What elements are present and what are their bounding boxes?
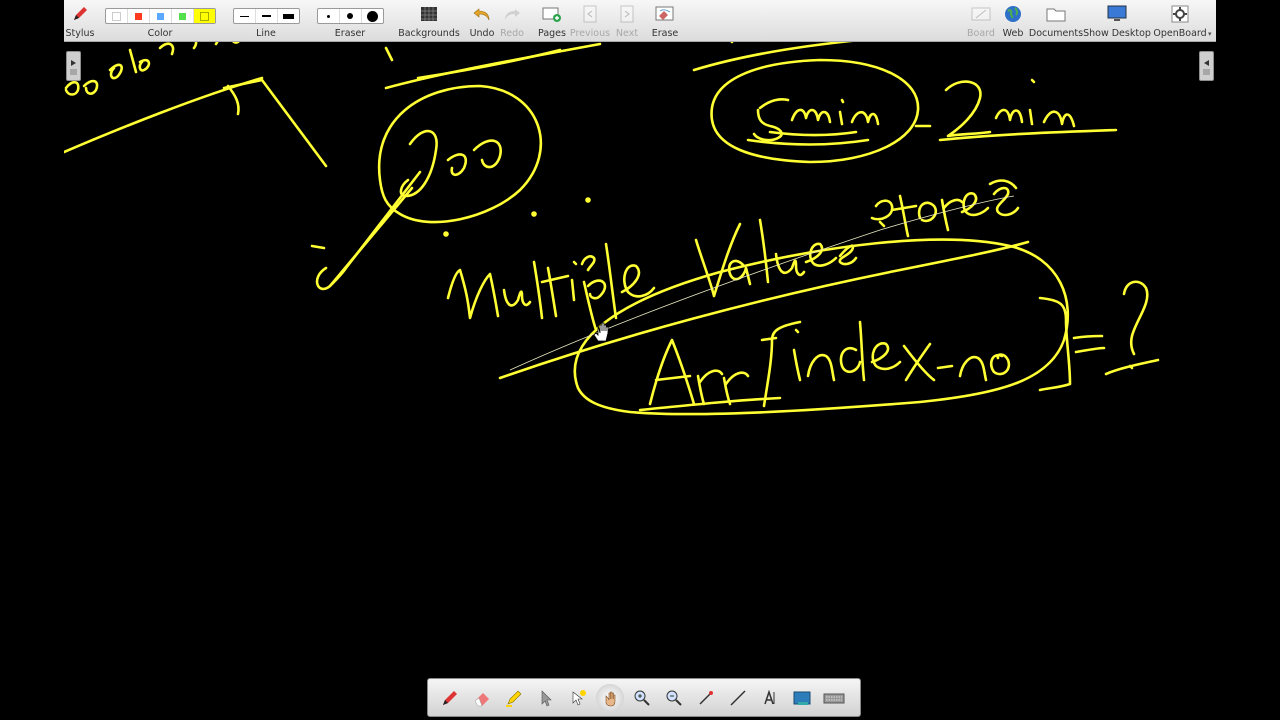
eraser-small[interactable] <box>318 9 340 23</box>
capture-icon <box>793 691 811 705</box>
pages-label: Pages <box>538 28 566 39</box>
keyboard-icon <box>823 693 845 703</box>
color-group: Color <box>104 2 216 40</box>
top-toolbar: Stylus Color Line Eraser Backgrounds Und… <box>64 0 1216 42</box>
line-widths <box>232 8 300 24</box>
right-panel-toggle[interactable] <box>1199 51 1214 81</box>
web-button[interactable]: Web <box>998 2 1028 40</box>
folder-icon <box>1046 4 1066 24</box>
hand-icon <box>605 691 616 706</box>
board-label: Board <box>967 28 995 39</box>
stylus-icon <box>70 4 90 24</box>
eraser-large[interactable] <box>362 9 383 23</box>
erase-button[interactable]: Erase <box>648 2 682 40</box>
hand-tool-button[interactable] <box>596 683 624 712</box>
backgrounds-button[interactable]: Backgrounds <box>398 2 460 40</box>
pointer-tool-button[interactable] <box>530 682 562 714</box>
stylus-button[interactable]: Stylus <box>64 2 96 40</box>
web-label: Web <box>1002 28 1024 39</box>
zoom-out-icon <box>666 690 682 706</box>
stylus-palette <box>427 678 861 717</box>
previous-label: Previous <box>569 28 611 39</box>
undo-label: Undo <box>469 28 495 39</box>
redo-button[interactable]: Redo <box>498 2 526 40</box>
documents-label: Documents <box>1028 28 1084 39</box>
color-swatch-red[interactable] <box>128 9 150 23</box>
monitor-icon <box>1107 4 1127 24</box>
color-swatches <box>104 8 216 24</box>
previous-page-icon <box>580 4 600 24</box>
ruler-tool-button[interactable] <box>722 682 754 714</box>
next-page-icon <box>617 4 637 24</box>
text-icon <box>764 689 775 704</box>
next-label: Next <box>615 28 639 39</box>
keyboard-tool-button[interactable] <box>818 682 850 714</box>
gear-icon <box>1170 4 1190 24</box>
openboard-label: OpenBoard <box>1153 28 1207 39</box>
eraser-medium[interactable] <box>340 9 362 23</box>
redo-label: Redo <box>500 28 524 39</box>
line-thick[interactable] <box>278 9 299 23</box>
openboard-button[interactable]: OpenBoard <box>1153 2 1207 40</box>
color-swatch-green[interactable] <box>172 9 194 23</box>
add-page-icon <box>542 4 562 24</box>
eraser-group: Eraser <box>316 2 384 40</box>
documents-button[interactable]: Documents <box>1028 2 1084 40</box>
ruler-icon <box>730 689 746 706</box>
backgrounds-label: Backgrounds <box>398 28 460 39</box>
pen-tool-button[interactable] <box>434 682 466 714</box>
pen-icon <box>443 690 457 705</box>
globe-icon <box>1003 4 1023 24</box>
eraser-tool-button[interactable] <box>466 682 498 714</box>
laser-icon <box>572 689 586 705</box>
previous-button[interactable]: Previous <box>570 2 610 40</box>
line-tool-button[interactable] <box>690 682 722 714</box>
board-icon <box>971 4 991 24</box>
show-desktop-label: Show Desktop <box>1083 28 1151 39</box>
stylus-label: Stylus <box>65 28 95 39</box>
erase-board-icon <box>655 4 675 24</box>
text-tool-button[interactable] <box>754 682 786 714</box>
line-thin[interactable] <box>234 9 256 23</box>
line-medium[interactable] <box>256 9 278 23</box>
line-label: Line <box>256 28 276 39</box>
handwriting-layer <box>64 30 1160 416</box>
eraser-icon <box>474 692 489 706</box>
grid-icon <box>419 4 439 24</box>
next-button[interactable]: Next <box>612 2 642 40</box>
zoom-in-icon <box>634 690 650 706</box>
ink-stroke <box>64 79 99 96</box>
whiteboard-canvas[interactable] <box>64 0 1216 720</box>
board-button[interactable]: Board <box>966 2 996 40</box>
show-desktop-button[interactable]: Show Desktop <box>1083 2 1151 40</box>
left-panel-toggle[interactable] <box>66 51 81 81</box>
eraser-label: Eraser <box>334 28 366 39</box>
zoom-in-tool-button[interactable] <box>626 682 658 714</box>
erase-label: Erase <box>651 28 679 39</box>
color-swatch-blue[interactable] <box>150 9 172 23</box>
line-icon <box>699 690 713 705</box>
undo-button[interactable]: Undo <box>468 2 496 40</box>
zoom-out-tool-button[interactable] <box>658 682 690 714</box>
highlighter-tool-button[interactable] <box>498 682 530 714</box>
color-swatch-yellow[interactable] <box>193 9 215 23</box>
highlighter-icon <box>506 690 522 707</box>
hand-cursor-icon <box>593 322 609 342</box>
undo-icon <box>472 4 492 24</box>
pointer-icon <box>541 689 552 706</box>
color-swatch-white[interactable] <box>106 9 128 23</box>
capture-tool-button[interactable] <box>786 682 818 714</box>
color-label: Color <box>147 28 173 39</box>
line-group: Line <box>232 2 300 40</box>
eraser-sizes <box>316 8 384 24</box>
laser-tool-button[interactable] <box>562 682 594 714</box>
pages-button[interactable]: Pages <box>536 2 568 40</box>
chevron-down-icon[interactable]: ▾ <box>1208 30 1212 38</box>
redo-icon <box>502 4 522 24</box>
